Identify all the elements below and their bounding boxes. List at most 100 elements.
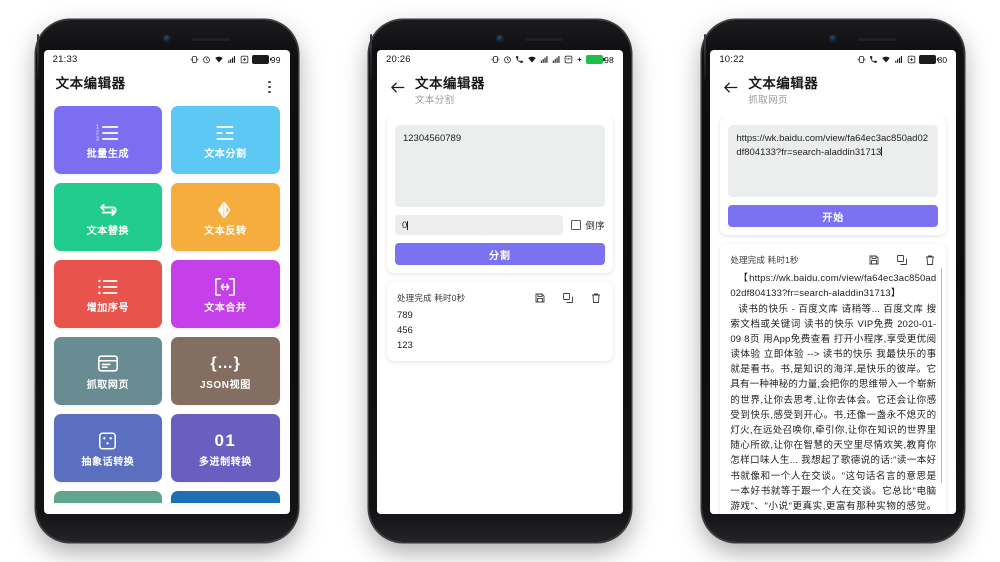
plus-icon <box>576 56 583 63</box>
tile-base-convert[interactable]: 01 多进制转换 <box>171 414 280 482</box>
status-bar: 10:22 80 <box>710 50 956 69</box>
webpage-icon <box>97 352 119 376</box>
page-title: 文本编辑器 <box>55 76 126 91</box>
app-bar-titles: 文本编辑器 抓取网页 <box>748 76 944 108</box>
phone-2: 20:26 98 文本编辑器 文本分割 12304560789 0 倒序 分割 … <box>368 20 631 542</box>
result-card: 处理完成 耗时1秒 【https://wk.baidu.com/view/fa6… <box>720 244 947 514</box>
text-caret <box>881 146 883 156</box>
copy-icon[interactable] <box>895 253 908 266</box>
tile-label: 抽象话转换 <box>81 456 135 468</box>
earpiece-speaker <box>191 37 230 41</box>
save-icon[interactable] <box>867 253 880 266</box>
battery-level: 80 <box>937 54 948 65</box>
status-icons: 80 <box>857 55 947 65</box>
tile-fetch-webpage[interactable]: 抓取网页 <box>53 337 163 405</box>
tile-text-replace[interactable]: 文本替换 <box>53 183 163 251</box>
content-scroll[interactable]: https://wk.baidu.com/view/fa64ec3ac850ad… <box>710 117 957 514</box>
reverse-checkbox-label: 倒序 <box>585 221 605 233</box>
status-bar: 21:33 99 <box>44 50 290 69</box>
page-title: 文本编辑器 <box>748 76 819 91</box>
start-button[interactable]: 开始 <box>728 205 939 228</box>
01-text-icon: 01 <box>214 429 236 453</box>
tile-partial-teal[interactable] <box>53 491 163 503</box>
tile-label: JSON视图 <box>199 379 251 391</box>
back-arrow-icon[interactable] <box>389 77 406 97</box>
page-subtitle: 文本分割 <box>414 94 455 106</box>
numbered-list-icon: 1 2 3 <box>96 121 120 145</box>
battery-level: 98 <box>604 54 614 65</box>
url-input[interactable]: https://wk.baidu.com/view/fa64ec3ac850ad… <box>728 125 939 198</box>
back-arrow-icon[interactable] <box>722 77 739 97</box>
separator-input[interactable]: 0 <box>394 215 564 236</box>
phone-1-notch <box>44 28 290 50</box>
save-icon[interactable] <box>534 291 547 304</box>
result-header: 处理完成 耗时0秒 <box>395 290 605 309</box>
sync-icon <box>240 55 249 64</box>
url-input-value: https://wk.baidu.com/view/fa64ec3ac850ad… <box>736 133 929 158</box>
status-time: 21:33 <box>52 54 78 65</box>
signal-icon <box>540 55 549 64</box>
phone-2-chin <box>377 514 623 534</box>
tile-text-merge[interactable]: 文本合并 <box>171 260 280 328</box>
svg-text:3: 3 <box>96 136 99 142</box>
tile-label: 文本替换 <box>86 225 130 237</box>
vibrate-icon <box>857 55 866 64</box>
tile-text-split[interactable]: 文本分割 <box>171 106 280 174</box>
wifi-icon <box>214 55 224 64</box>
reverse-checkbox[interactable]: 倒序 <box>571 218 605 232</box>
text-caret <box>407 220 409 230</box>
mirror-flip-icon <box>214 198 236 222</box>
sync-icon <box>907 55 916 64</box>
status-icons: 98 <box>491 55 614 65</box>
battery-icon: 99 <box>252 55 280 65</box>
scrollbar-thumb[interactable] <box>940 268 943 484</box>
tile-json-view[interactable]: {…} JSON视图 <box>171 337 280 405</box>
status-time: 20:26 <box>385 54 411 65</box>
battery-icon: 80 <box>918 54 948 65</box>
bullet-list-icon <box>96 275 120 299</box>
app-bar-titles: 文本编辑器 <box>56 76 253 93</box>
tile-label: 增加序号 <box>86 302 130 314</box>
earpiece-speaker <box>858 37 897 41</box>
delete-icon[interactable] <box>590 291 603 304</box>
phone-3-chin <box>710 514 956 534</box>
split-button[interactable]: 分割 <box>394 243 605 266</box>
tile-add-numbering[interactable]: 增加序号 <box>53 260 163 328</box>
alarm-icon <box>202 55 211 64</box>
content-scroll[interactable]: 12304560789 0 倒序 分割 处理完成 耗时0秒 789 456 12… <box>376 117 623 514</box>
swap-arrows-icon <box>96 198 120 222</box>
sd-icon <box>564 55 573 64</box>
vibrate-icon <box>491 55 500 64</box>
overflow-menu-icon[interactable] <box>262 77 278 97</box>
tile-label: 批量生成 <box>86 148 130 160</box>
braces-icon: {…} <box>210 354 241 372</box>
source-text-input[interactable]: 12304560789 <box>394 125 605 208</box>
separator-row: 0 倒序 <box>394 215 605 236</box>
phone-2-notch <box>377 28 623 50</box>
tile-text-reverse[interactable]: 文本反转 <box>171 183 280 251</box>
tile-grid-scroll[interactable]: 1 2 3 批量生成 文本分割 文本替换 文本反转 增加序号 文本合并 抓取网页… <box>44 106 290 514</box>
result-header: 处理完成 耗时1秒 <box>728 252 938 271</box>
copy-icon[interactable] <box>562 291 575 304</box>
result-actions <box>867 253 936 266</box>
tile-partial-blue[interactable] <box>171 491 280 503</box>
status-bar: 20:26 98 <box>377 50 623 69</box>
tile-icon-text: 01 <box>214 431 237 450</box>
tile-batch-generate[interactable]: 1 2 3 批量生成 <box>53 106 163 174</box>
svg-text:2: 2 <box>96 130 99 136</box>
app-bar: 文本编辑器 <box>43 69 290 106</box>
phone-2-screen: 20:26 98 文本编辑器 文本分割 12304560789 0 倒序 分割 … <box>376 50 623 514</box>
wifi-icon <box>527 55 537 64</box>
call-icon <box>869 55 878 64</box>
alarm-icon <box>503 55 512 64</box>
phone-3: 10:22 80 文本编辑器 抓取网页 https://wk.baidu.com… <box>702 20 965 542</box>
front-camera-icon <box>163 35 171 42</box>
result-url-line: 【https://wk.baidu.com/view/fa64ec3ac850a… <box>730 273 937 300</box>
delete-icon[interactable] <box>923 253 936 266</box>
signal-icon <box>227 55 237 64</box>
tile-abstract-convert[interactable]: 抽象话转换 <box>53 414 163 482</box>
tile-label: 文本合并 <box>204 302 247 314</box>
vibrate-icon <box>190 55 199 64</box>
call-icon <box>515 55 524 64</box>
result-card: 处理完成 耗时0秒 789 456 123 <box>386 282 613 362</box>
